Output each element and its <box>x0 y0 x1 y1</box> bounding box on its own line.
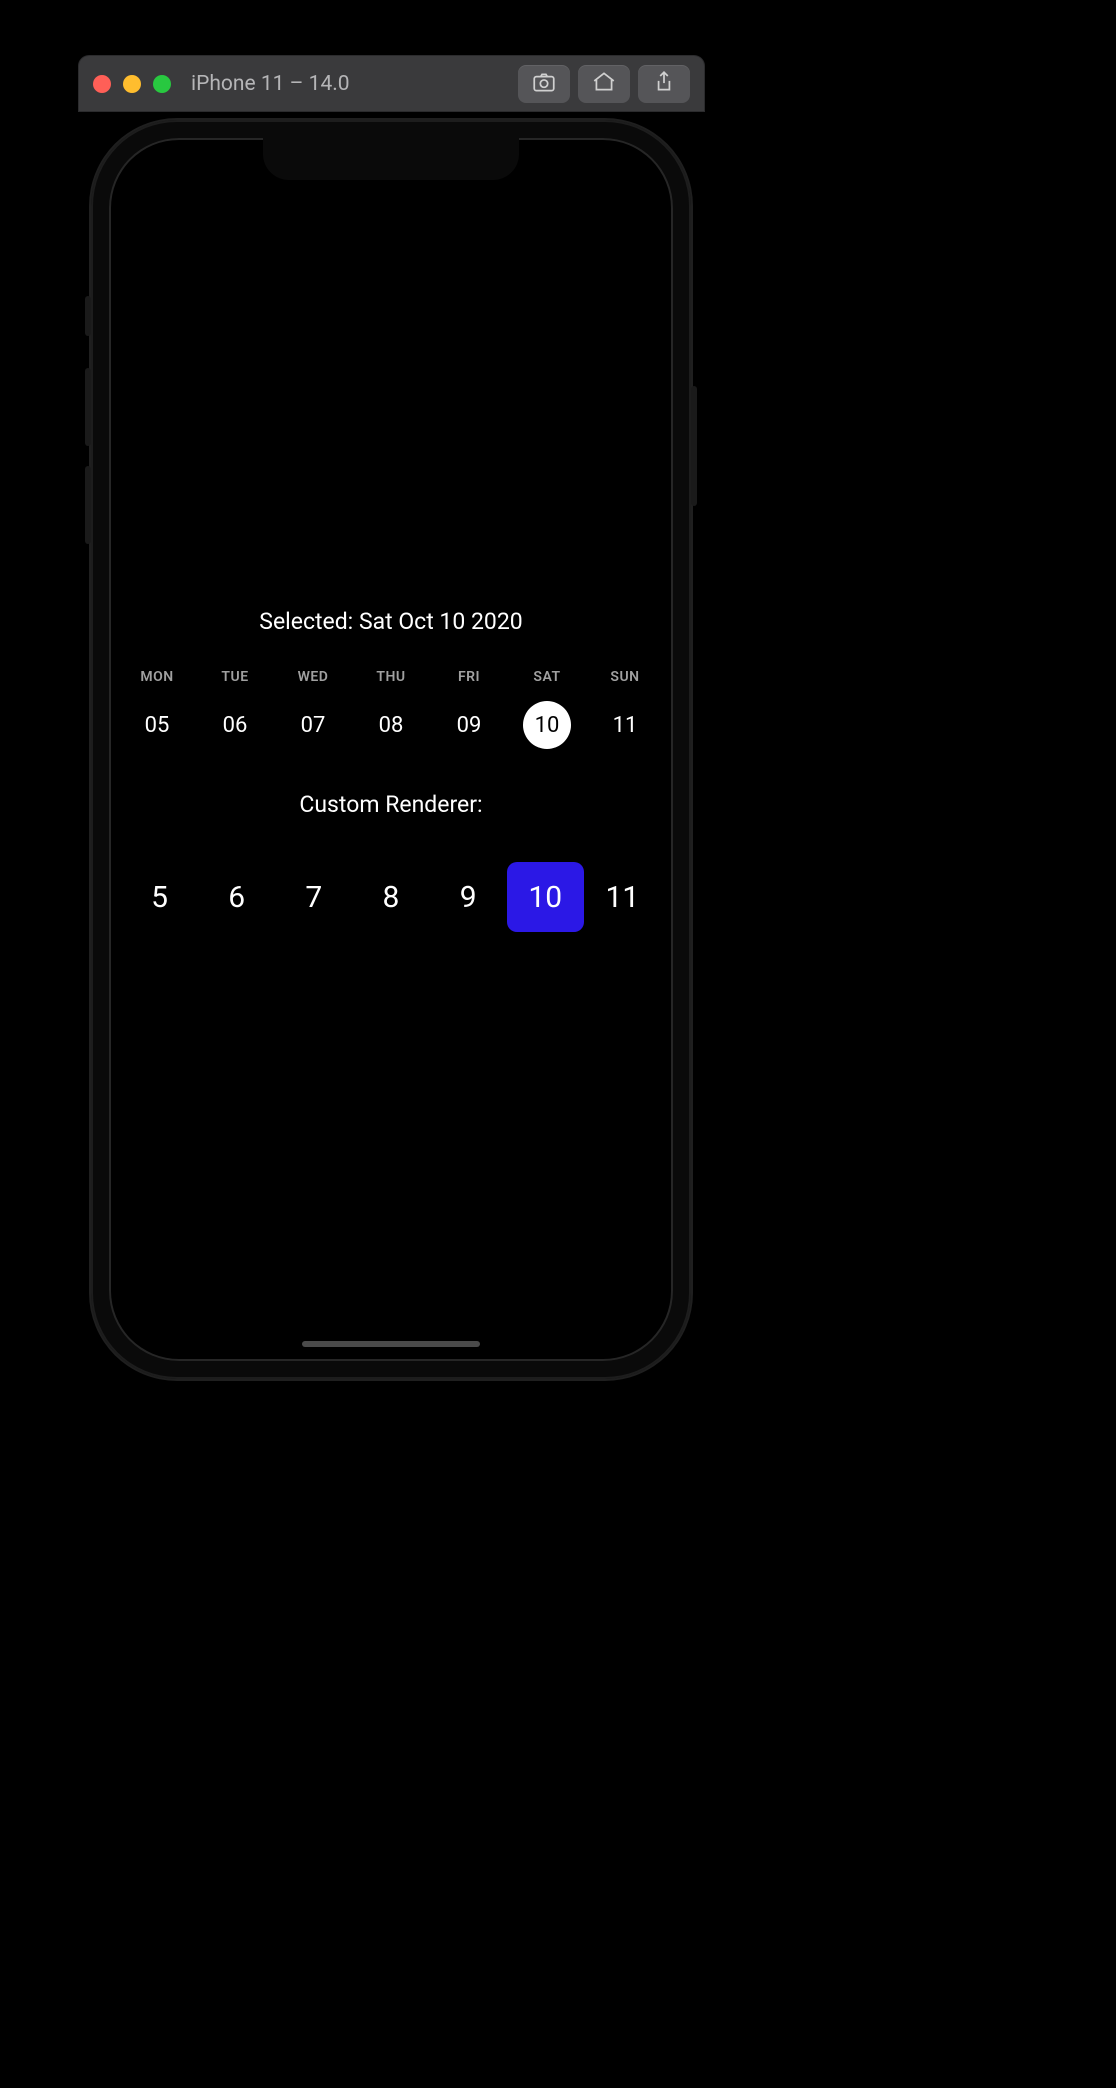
custom-date-picker: 5 6 7 8 9 10 11 <box>109 862 673 932</box>
custom-day-tue[interactable]: 6 <box>198 862 275 932</box>
screenshot-button[interactable] <box>518 65 570 103</box>
iphone-device-frame: Selected: Sat Oct 10 2020 MON 05 TUE 06 … <box>91 120 691 1379</box>
volume-down-button[interactable] <box>85 466 91 544</box>
traffic-lights <box>93 75 171 93</box>
weekday-label: MON <box>121 669 193 685</box>
day-col-mon[interactable]: MON 05 <box>121 669 193 749</box>
power-button[interactable] <box>691 386 697 506</box>
simulator-titlebar: iPhone 11 – 14.0 <box>79 56 704 111</box>
day-col-tue[interactable]: TUE 06 <box>199 669 271 749</box>
volume-up-button[interactable] <box>85 368 91 446</box>
weekday-label: TUE <box>199 669 271 685</box>
weekday-label: THU <box>355 669 427 685</box>
custom-day-thu[interactable]: 8 <box>352 862 429 932</box>
share-button[interactable] <box>638 65 690 103</box>
day-col-sun[interactable]: SUN 11 <box>589 669 661 749</box>
custom-day-wed[interactable]: 7 <box>275 862 352 932</box>
selected-date-label: Selected: Sat Oct 10 2020 <box>109 608 673 635</box>
home-indicator[interactable] <box>302 1341 480 1347</box>
weekday-label: SAT <box>511 669 583 685</box>
minimize-window-button[interactable] <box>123 75 141 93</box>
zoom-window-button[interactable] <box>153 75 171 93</box>
custom-renderer-label: Custom Renderer: <box>109 791 673 818</box>
close-window-button[interactable] <box>93 75 111 93</box>
window-title: iPhone 11 – 14.0 <box>191 72 350 96</box>
weekday-label: FRI <box>433 669 505 685</box>
custom-day-sat[interactable]: 10 <box>507 862 584 932</box>
home-icon <box>591 69 617 99</box>
day-col-fri[interactable]: FRI 09 <box>433 669 505 749</box>
day-col-thu[interactable]: THU 08 <box>355 669 427 749</box>
share-icon <box>651 69 677 99</box>
custom-day-sun[interactable]: 11 <box>584 862 661 932</box>
day-col-wed[interactable]: WED 07 <box>277 669 349 749</box>
custom-day-mon[interactable]: 5 <box>121 862 198 932</box>
week-date-picker: MON 05 TUE 06 WED 07 THU 08 FRI 09 <box>109 669 673 749</box>
date-value: 08 <box>367 701 415 749</box>
titlebar-buttons <box>518 65 690 103</box>
date-value: 10 <box>523 701 571 749</box>
weekday-label: WED <box>277 669 349 685</box>
mute-switch[interactable] <box>85 296 91 336</box>
weekday-label: SUN <box>589 669 661 685</box>
custom-day-fri[interactable]: 9 <box>430 862 507 932</box>
date-value: 09 <box>445 701 493 749</box>
camera-icon <box>531 69 557 99</box>
home-button[interactable] <box>578 65 630 103</box>
date-value: 11 <box>601 701 649 749</box>
app-screen: Selected: Sat Oct 10 2020 MON 05 TUE 06 … <box>109 138 673 1361</box>
device-notch <box>263 138 519 180</box>
iphone-screen: Selected: Sat Oct 10 2020 MON 05 TUE 06 … <box>109 138 673 1361</box>
date-value: 07 <box>289 701 337 749</box>
date-value: 06 <box>211 701 259 749</box>
day-col-sat[interactable]: SAT 10 <box>511 669 583 749</box>
date-value: 05 <box>133 701 181 749</box>
